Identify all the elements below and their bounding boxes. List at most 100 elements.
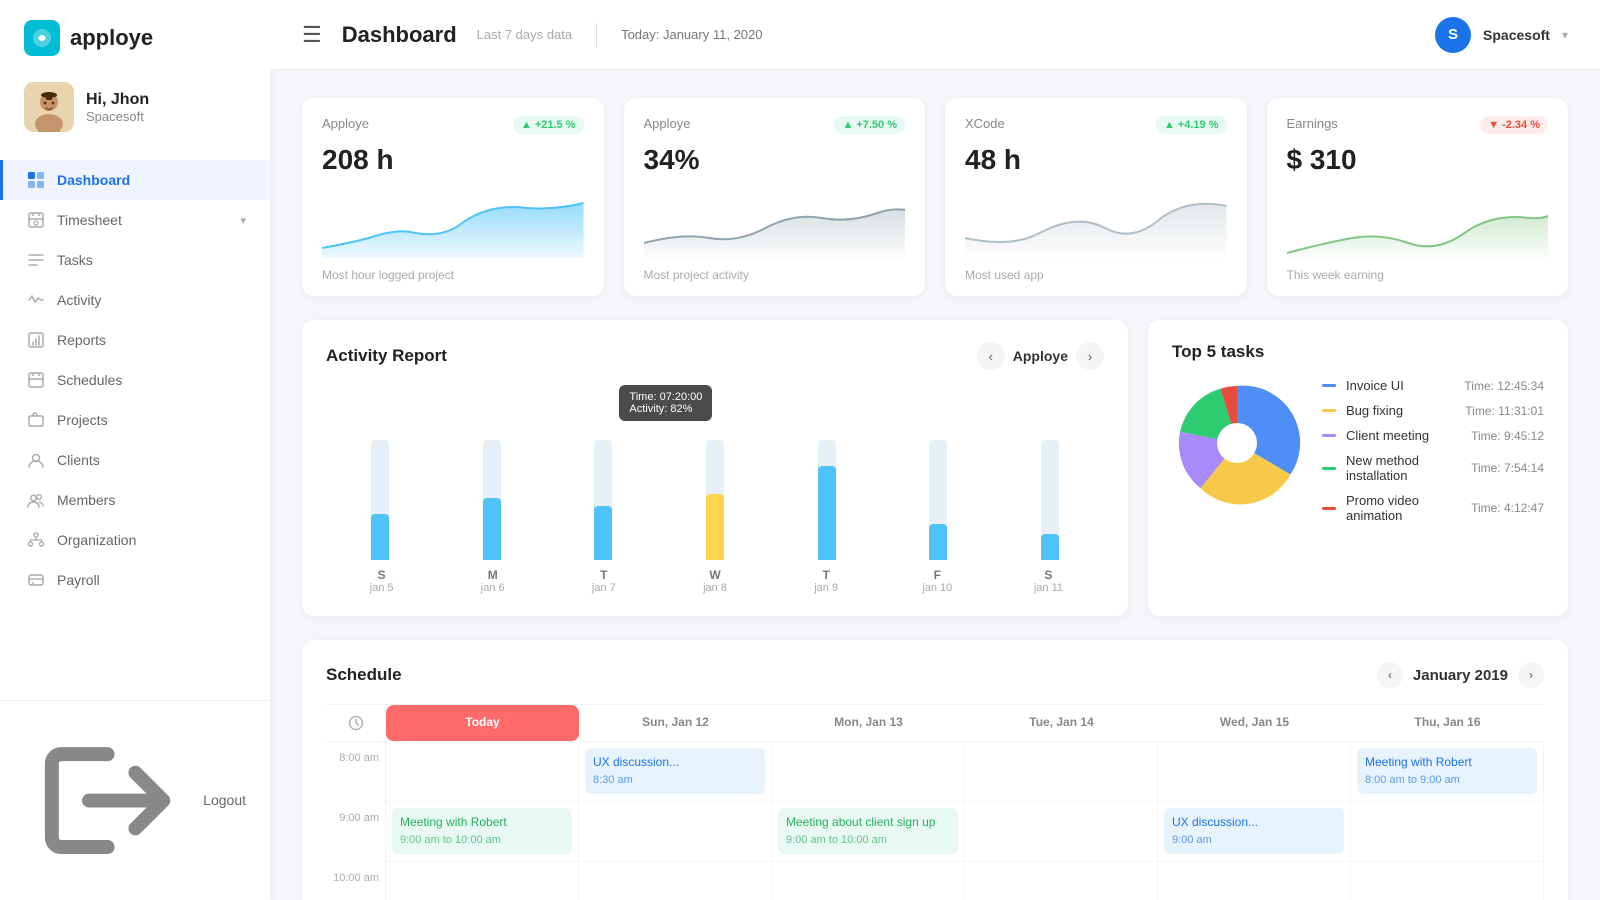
stat-title-2: XCode: [965, 116, 1005, 131]
stat-title-3: Earnings: [1287, 116, 1338, 131]
sidebar-item-projects[interactable]: Projects: [0, 400, 270, 440]
sidebar-item-organization[interactable]: Organization: [0, 520, 270, 560]
month-nav: ‹ January 2019 ›: [1377, 662, 1544, 688]
stat-card-apploye-hours: Apploye ▲ +21.5 % 208 h: [302, 98, 604, 296]
nav-label-organization: Organization: [57, 532, 136, 548]
timesheet-chevron: ▾: [240, 214, 246, 227]
sidebar-item-payroll[interactable]: Payroll: [0, 560, 270, 600]
stat-title-0: Apploye: [322, 116, 369, 131]
bar-label-0: S jan 5: [326, 568, 437, 594]
stat-chart-1: [644, 188, 906, 258]
event-time: 9:00 am to 10:00 am: [400, 833, 564, 848]
event-title: Meeting with Robert: [1365, 754, 1529, 771]
bar-bg-6: [1041, 440, 1059, 560]
logout-button[interactable]: Logout: [24, 717, 246, 884]
stat-badge-2: ▲ +4.19 %: [1156, 116, 1227, 134]
event-title: UX discussion...: [1172, 814, 1336, 831]
bar-chart: [326, 430, 1104, 560]
sched-cell-wed-10am: [1158, 862, 1351, 900]
bar-label-4: T jan 9: [771, 568, 882, 594]
event-ux-discussion-wed: UX discussion... 9:00 am: [1164, 808, 1344, 854]
main-content: ☰ Dashboard Last 7 days data Today: Janu…: [270, 0, 1600, 900]
sidebar-item-dashboard[interactable]: Dashboard: [0, 160, 270, 200]
event-title: UX discussion...: [593, 754, 757, 771]
nav-label-payroll: Payroll: [57, 572, 100, 588]
sidebar-item-schedules[interactable]: Schedules: [0, 360, 270, 400]
bar-fill-5: [929, 524, 947, 560]
top5-tasks-card: Top 5 tasks: [1148, 320, 1568, 616]
page-title: Dashboard: [342, 22, 457, 48]
sidebar-item-activity[interactable]: Activity: [0, 280, 270, 320]
bar-wrapper-4: [773, 440, 881, 560]
task-dot-2: [1322, 434, 1336, 437]
topbar-avatar: S: [1435, 17, 1471, 53]
stat-card-apploye-activity: Apploye ▲ +7.50 % 34%: [624, 98, 926, 296]
event-time: 9:00 am to 10:00 am: [786, 833, 950, 848]
task-name-1: Bug fixing: [1346, 403, 1455, 418]
event-time: 8:00 am to 9:00 am: [1365, 773, 1529, 788]
nav-menu: Dashboard Timesheet ▾ Tasks Activity Rep…: [0, 152, 270, 700]
activity-prev-btn[interactable]: ‹: [977, 342, 1005, 370]
stat-value-0: 208 h: [322, 144, 584, 176]
task-name-2: Client meeting: [1346, 428, 1461, 443]
tooltip-time: Time: 07:20:00: [629, 391, 702, 403]
sidebar-item-timesheet[interactable]: Timesheet ▾: [0, 200, 270, 240]
sched-cell-today-9am: Meeting with Robert 9:00 am to 10:00 am: [386, 802, 579, 862]
bar-label-1: M jan 6: [437, 568, 548, 594]
activity-report-card: Activity Report ‹ Apploye › Time: 07:20:…: [302, 320, 1128, 616]
time-8am: 8:00 am: [326, 742, 386, 802]
middle-row: Activity Report ‹ Apploye › Time: 07:20:…: [302, 320, 1568, 616]
activity-nav: ‹ Apploye ›: [977, 342, 1104, 370]
sched-cell-thu-9am: [1351, 802, 1544, 862]
sidebar-item-tasks[interactable]: Tasks: [0, 240, 270, 280]
bar-fill-0: [371, 514, 389, 560]
task-dot-1: [1322, 409, 1336, 412]
stat-chart-2: [965, 188, 1227, 258]
bar-fill-6: [1041, 534, 1059, 560]
topbar-username: Spacesoft: [1483, 27, 1550, 43]
task-time-4: Time: 4:12:47: [1471, 501, 1544, 515]
bar-group-5: [885, 440, 993, 560]
event-meeting-robert-thu: Meeting with Robert 8:00 am to 9:00 am: [1357, 748, 1537, 794]
time-10am: 10:00 am: [326, 862, 386, 900]
sidebar-item-reports[interactable]: Reports: [0, 320, 270, 360]
topbar-dropdown-arrow[interactable]: ▾: [1562, 28, 1568, 42]
month-next-btn[interactable]: ›: [1518, 662, 1544, 688]
nav-label-schedules: Schedules: [57, 372, 122, 388]
event-ux-discussion-sun: UX discussion... 8:30 am: [585, 748, 765, 794]
task-name-3: New method installation: [1346, 453, 1461, 483]
bar-group-4: [773, 440, 881, 560]
topbar: ☰ Dashboard Last 7 days data Today: Janu…: [270, 0, 1600, 70]
stat-value-2: 48 h: [965, 144, 1227, 176]
schedule-grid: Today Sun, Jan 12 Mon, Jan 13 Tue, Jan 1…: [326, 704, 1544, 900]
bar-wrapper-5: [885, 440, 993, 560]
month-prev-btn[interactable]: ‹: [1377, 662, 1403, 688]
stat-card-xcode: XCode ▲ +4.19 % 48 h: [945, 98, 1247, 296]
tooltip-activity: Activity: 82%: [629, 403, 702, 415]
bar-group-2: [549, 440, 657, 560]
sidebar-item-members[interactable]: Members: [0, 480, 270, 520]
stat-footer-3: This week earning: [1287, 268, 1549, 282]
stat-chart-3: [1287, 188, 1549, 258]
task-item-2: Client meeting Time: 9:45:12: [1322, 428, 1544, 443]
task-name-4: Promo video animation: [1346, 493, 1461, 523]
stat-value-3: $ 310: [1287, 144, 1549, 176]
stats-row: Apploye ▲ +21.5 % 208 h: [302, 98, 1568, 296]
sched-cell-wed-8am: [1158, 742, 1351, 802]
schedule-header: Schedule ‹ January 2019 ›: [326, 662, 1544, 688]
hamburger-icon[interactable]: ☰: [302, 22, 322, 48]
bar-wrapper-6: [996, 440, 1104, 560]
sidebar-item-clients[interactable]: Clients: [0, 440, 270, 480]
logo-text: apploye: [70, 25, 153, 51]
activity-next-btn[interactable]: ›: [1076, 342, 1104, 370]
tasks-content: Invoice UI Time: 12:45:34 Bug fixing Tim…: [1172, 378, 1544, 523]
sched-col-tue: Tue, Jan 14: [965, 705, 1158, 742]
task-time-2: Time: 9:45:12: [1471, 429, 1544, 443]
event-title: Meeting with Robert: [400, 814, 564, 831]
stat-footer-1: Most project activity: [644, 268, 906, 282]
logo-area: apploye: [0, 0, 270, 66]
sched-cell-tue-10am: [965, 862, 1158, 900]
bar-label-5: F jan 10: [882, 568, 993, 594]
bar-label-2: T jan 7: [548, 568, 659, 594]
task-time-0: Time: 12:45:34: [1464, 379, 1544, 393]
